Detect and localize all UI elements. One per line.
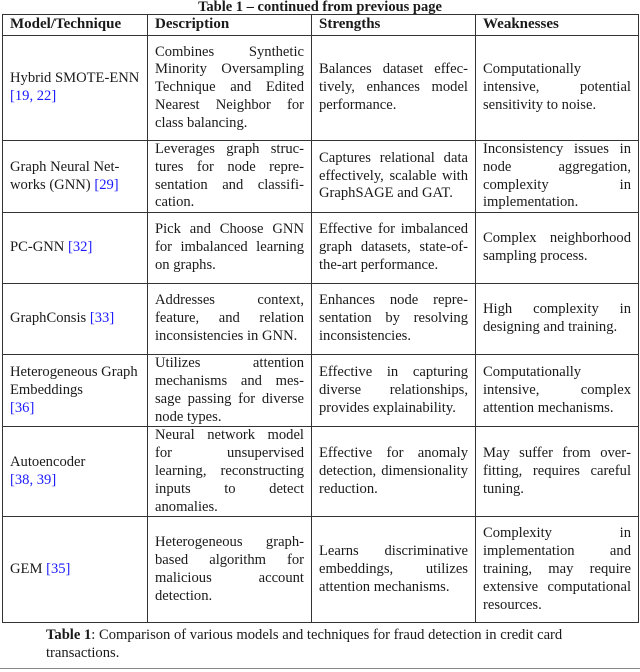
page-rule: [0, 668, 640, 669]
table-row: GEM [35] Heterogeneous graph-based algor…: [2, 516, 639, 624]
table-header-row: Model/Technique Description Strengths We…: [2, 14, 639, 36]
table-continued-title: Table 1 – continued from previous page: [198, 0, 442, 15]
model-name: GEM: [10, 560, 43, 577]
weaknesses-cell: May suffer from over­fitting, requires c…: [475, 426, 639, 518]
model-cell: Hybrid SMOTE-ENN [19, 22]: [2, 35, 148, 141]
header-strengths: Strengths: [311, 14, 476, 36]
table-row: Autoencoder [38, 39] Neural network model…: [2, 426, 639, 518]
strengths-cell: Effective for anomaly detection, dimensi…: [311, 426, 476, 518]
description-cell: Combines Synthetic Minority Oversam­plin…: [147, 35, 312, 141]
description-cell: Neural network model for unsupervised le…: [147, 426, 312, 518]
model-name: Hybrid SMOTE-ENN: [10, 70, 140, 87]
table-row: Heterogeneous Graph Embeddings [36] Utili…: [2, 354, 639, 428]
model-name: Autoencoder: [10, 454, 86, 471]
table-caption: Table 1: Comparison of various models an…: [46, 626, 606, 662]
model-name: Heterogeneous Graph Embeddings: [10, 364, 138, 398]
header-weaknesses: Weaknesses: [475, 14, 639, 36]
strengths-cell: Learns discriminative embeddings, utiliz…: [311, 516, 476, 624]
description-cell: Pick and Choose GNN for imbalanced learn…: [147, 212, 312, 285]
model-name: GraphConsis: [10, 310, 87, 327]
strengths-cell: Balances dataset effec­tively, enhances …: [311, 35, 476, 141]
description-cell: Heterogeneous graph-based algorithm for …: [147, 516, 312, 624]
table-row: GraphConsis [33] Addresses context, feat…: [2, 283, 639, 356]
table-row: PC-GNN [32] Pick and Choose GNN for imba…: [2, 212, 639, 285]
model-cell: PC-GNN [32]: [2, 212, 148, 285]
caption-label: Table 1: [46, 627, 92, 643]
table-row: Graph Neural Net­works (GNN) [29] Levera…: [2, 139, 639, 214]
citation-link[interactable]: [36]: [10, 400, 34, 416]
strengths-cell: Effective in capturing diverse relations…: [311, 354, 476, 428]
model-cell: Heterogeneous Graph Embeddings [36]: [2, 354, 148, 428]
citation-link[interactable]: [38, 39]: [10, 472, 56, 488]
citation-link[interactable]: [19, 22]: [10, 88, 56, 104]
citation-link[interactable]: [35]: [46, 561, 70, 577]
citation-link[interactable]: [32]: [68, 239, 92, 255]
description-cell: Leverages graph struc­tures for node rep…: [147, 139, 312, 214]
comparison-table: Model/Technique Description Strengths We…: [2, 14, 639, 624]
model-cell: Autoencoder [38, 39]: [2, 426, 148, 518]
citation-link[interactable]: [33]: [90, 310, 114, 326]
weaknesses-cell: Computationally intensive, potential sen…: [475, 35, 639, 141]
strengths-cell: Effective for imbal­anced graph datasets…: [311, 212, 476, 285]
weaknesses-cell: Complex neigh­borhood sampling process.: [475, 212, 639, 285]
weaknesses-cell: Computationally intensive, complex atten…: [475, 354, 639, 428]
table-row: Hybrid SMOTE-ENN [19, 22] Combines Synthe…: [2, 35, 639, 141]
description-cell: Utilizes attention mechanisms and mes­sa…: [147, 354, 312, 428]
model-cell: GraphConsis [33]: [2, 283, 148, 356]
strengths-cell: Enhances node repre­sentation by resolvi…: [311, 283, 476, 356]
caption-text: : Comparison of various models and techn…: [46, 627, 563, 661]
strengths-cell: Captures relational data effectively, sc…: [311, 139, 476, 214]
header-model: Model/Technique: [2, 14, 148, 36]
model-cell: GEM [35]: [2, 516, 148, 624]
weaknesses-cell: High complexity in designing and trainin…: [475, 283, 639, 356]
header-description: Description: [147, 14, 312, 36]
weaknesses-cell: Complexity in implementation and trainin…: [475, 516, 639, 624]
model-cell: Graph Neural Net­works (GNN) [29]: [2, 139, 148, 214]
model-name: PC-GNN: [10, 239, 65, 256]
citation-link[interactable]: [29]: [94, 177, 118, 193]
weaknesses-cell: Inconsistency issues in node aggrega­tio…: [475, 139, 639, 214]
description-cell: Addresses context, feature, and rela­tio…: [147, 283, 312, 356]
